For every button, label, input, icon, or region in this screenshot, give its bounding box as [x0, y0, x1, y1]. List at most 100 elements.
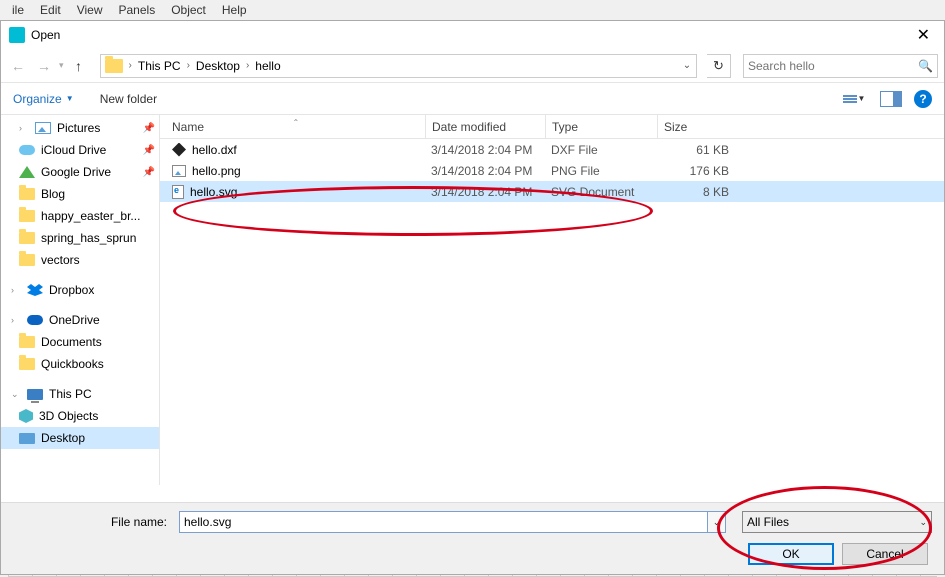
expand-icon[interactable]: ›	[19, 123, 29, 133]
file-name-dropdown[interactable]: ⌄	[708, 511, 726, 533]
sidebar-item-dropbox[interactable]: ›Dropbox	[1, 279, 159, 301]
file-name-combo[interactable]: ⌄	[179, 511, 726, 533]
new-folder-button[interactable]: New folder	[100, 92, 157, 106]
sidebar-item-icloud[interactable]: iCloud Drive📌	[1, 139, 159, 161]
sidebar-item-label: OneDrive	[49, 313, 155, 327]
file-row[interactable]: hello.png 3/14/2018 2:04 PM PNG File 176…	[160, 160, 944, 181]
file-rows: hello.dxf 3/14/2018 2:04 PM DXF File 61 …	[160, 139, 944, 485]
address-bar[interactable]: › This PC › Desktop › hello ⌄	[100, 54, 697, 78]
pc-icon	[27, 389, 43, 400]
sidebar-item-label: spring_has_sprun	[41, 231, 155, 245]
sidebar-item-label: This PC	[49, 387, 155, 401]
file-size: 8 KB	[657, 185, 737, 199]
organize-menu[interactable]: Organize ▼	[13, 92, 76, 106]
breadcrumb-this-pc[interactable]: This PC	[134, 59, 185, 73]
chevron-down-icon: ▼	[858, 94, 866, 103]
sidebar-item-desktop[interactable]: Desktop	[1, 427, 159, 449]
filter-label: All Files	[747, 515, 919, 529]
pin-icon: 📌	[143, 167, 155, 178]
address-dropdown[interactable]: ⌄	[678, 60, 696, 71]
breadcrumb-hello[interactable]: hello	[251, 59, 284, 73]
sidebar-item-this-pc[interactable]: ⌄ This PC	[1, 383, 159, 405]
file-date: 3/14/2018 2:04 PM	[425, 185, 545, 199]
menu-view[interactable]: View	[69, 1, 111, 19]
expand-icon[interactable]: ›	[11, 285, 21, 295]
search-input[interactable]	[748, 59, 918, 73]
menu-help[interactable]: Help	[214, 1, 255, 19]
column-date[interactable]: Date modified	[425, 115, 545, 138]
chevron-down-icon: ▼	[66, 94, 76, 103]
breadcrumb-sep[interactable]: ›	[244, 60, 251, 71]
file-row[interactable]: hello.dxf 3/14/2018 2:04 PM DXF File 61 …	[160, 139, 944, 160]
history-dropdown[interactable]: ▾	[59, 60, 64, 71]
view-options-button[interactable]: ▼	[840, 89, 868, 109]
open-dialog: Open ✕ ← → ▾ ↑ › This PC › Desktop › hel…	[0, 20, 945, 575]
sidebar-item-documents[interactable]: Documents	[1, 331, 159, 353]
expand-icon[interactable]: ›	[11, 315, 21, 325]
organize-label: Organize	[13, 92, 62, 106]
help-button[interactable]: ?	[914, 90, 932, 108]
menu-panels[interactable]: Panels	[111, 1, 164, 19]
file-date: 3/14/2018 2:04 PM	[425, 164, 545, 178]
breadcrumb-desktop[interactable]: Desktop	[192, 59, 244, 73]
file-size: 176 KB	[657, 164, 737, 178]
folder-icon	[19, 358, 35, 370]
preview-pane-button[interactable]	[880, 91, 902, 107]
expand-icon[interactable]: ⌄	[11, 389, 21, 400]
column-label: Name	[172, 120, 204, 134]
sidebar-item-label: Google Drive	[41, 165, 137, 179]
column-name[interactable]: Name⌃	[160, 120, 425, 134]
sidebar-item-3d-objects[interactable]: 3D Objects	[1, 405, 159, 427]
sidebar-item-easter[interactable]: happy_easter_br...	[1, 205, 159, 227]
file-name-input[interactable]	[179, 511, 708, 533]
cancel-button[interactable]: Cancel	[842, 543, 928, 565]
icloud-icon	[19, 145, 35, 155]
file-name: hello.svg	[190, 185, 237, 199]
file-name-label: File name:	[13, 515, 171, 529]
menu-file[interactable]: ile	[4, 1, 32, 19]
up-button[interactable]: ↑	[68, 55, 90, 77]
file-name: hello.png	[192, 164, 241, 178]
sidebar-item-blog[interactable]: Blog	[1, 183, 159, 205]
onedrive-icon	[27, 315, 43, 325]
list-icon	[843, 95, 857, 103]
dropbox-icon	[27, 284, 43, 296]
sidebar-item-pictures[interactable]: ›Pictures📌	[1, 117, 159, 139]
sidebar-item-label: Desktop	[41, 431, 155, 445]
file-row[interactable]: hello.svg 3/14/2018 2:04 PM SVG Document…	[160, 181, 944, 202]
file-name: hello.dxf	[192, 143, 237, 157]
png-file-icon	[172, 165, 186, 177]
sidebar-item-label: Documents	[41, 335, 155, 349]
breadcrumb-sep[interactable]: ›	[127, 60, 134, 71]
search-box[interactable]: 🔍	[743, 54, 938, 78]
sidebar-item-label: happy_easter_br...	[41, 209, 155, 223]
column-type[interactable]: Type	[545, 115, 657, 138]
menu-edit[interactable]: Edit	[32, 1, 69, 19]
folder-icon	[19, 254, 35, 266]
sidebar-item-vectors[interactable]: vectors	[1, 249, 159, 271]
sidebar-item-quickbooks[interactable]: Quickbooks	[1, 353, 159, 375]
breadcrumb-sep[interactable]: ›	[185, 60, 192, 71]
app-menubar: ile Edit View Panels Object Help	[0, 0, 945, 20]
file-type: DXF File	[545, 143, 657, 157]
sidebar-item-label: vectors	[41, 253, 155, 267]
folder-icon	[19, 210, 35, 222]
menu-object[interactable]: Object	[163, 1, 214, 19]
forward-button[interactable]: →	[33, 55, 55, 77]
back-button[interactable]: ←	[7, 55, 29, 77]
sidebar-item-label: Quickbooks	[41, 357, 155, 371]
file-size: 61 KB	[657, 143, 737, 157]
search-icon: 🔍	[918, 59, 933, 73]
dialog-body: ›Pictures📌 iCloud Drive📌 Google Drive 📌 B…	[1, 115, 944, 485]
ok-button[interactable]: OK	[748, 543, 834, 565]
sidebar-item-label: 3D Objects	[39, 409, 155, 423]
close-button[interactable]: ✕	[911, 25, 936, 45]
refresh-button[interactable]: ↻	[707, 54, 731, 78]
file-type-filter[interactable]: All Files ⌄	[742, 511, 932, 533]
sidebar-item-spring[interactable]: spring_has_sprun	[1, 227, 159, 249]
column-size[interactable]: Size	[657, 115, 737, 138]
breadcrumb: › This PC › Desktop › hello	[127, 59, 678, 73]
sidebar-item-onedrive[interactable]: › OneDrive	[1, 309, 159, 331]
sidebar-item-gdrive[interactable]: Google Drive 📌	[1, 161, 159, 183]
titlebar: Open ✕	[1, 21, 944, 49]
